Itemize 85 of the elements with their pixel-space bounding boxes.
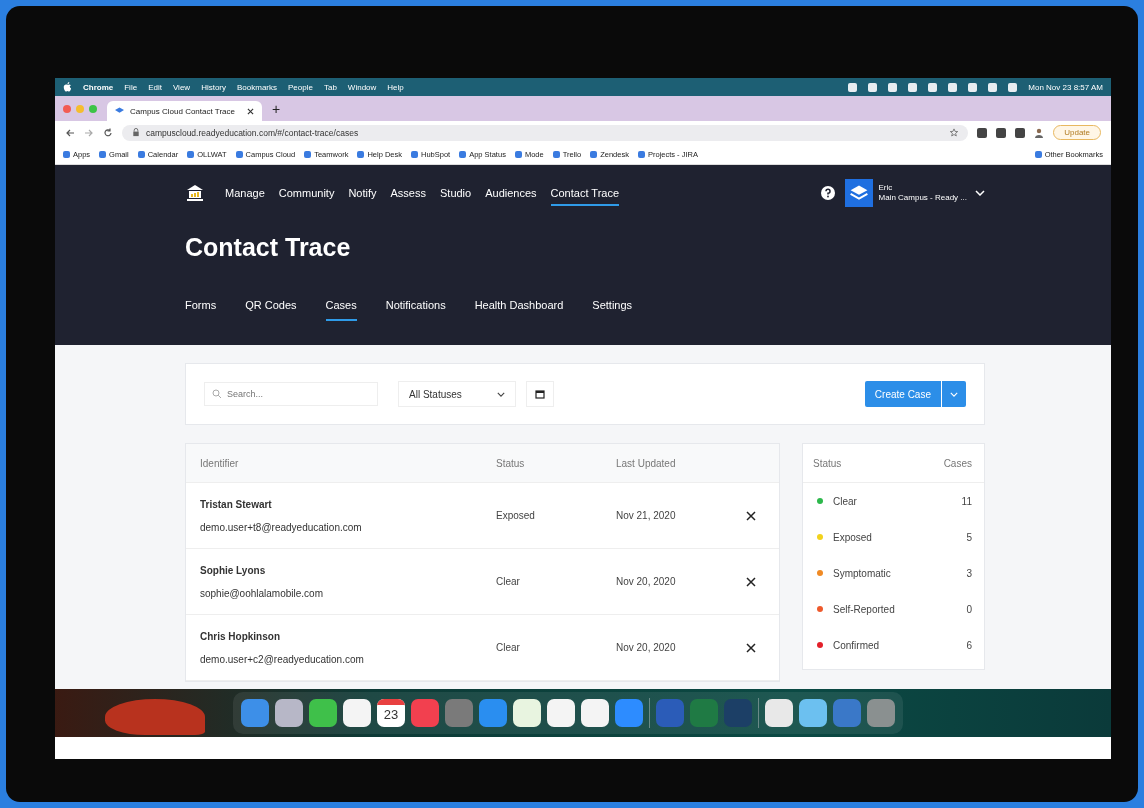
close-icon[interactable]	[746, 576, 756, 587]
nav-link[interactable]: Contact Trace	[550, 180, 620, 206]
apple-icon[interactable]	[63, 81, 72, 93]
status-label: Clear	[833, 495, 857, 507]
menu-item[interactable]: View	[172, 82, 191, 92]
back-arrow-icon[interactable]	[65, 127, 75, 138]
browser-tab[interactable]: Campus Cloud Contact Trace	[107, 101, 262, 121]
sub-tab[interactable]: QR Codes	[245, 299, 297, 321]
new-tab-button[interactable]: +	[272, 101, 281, 116]
status-label: Symptomatic	[833, 567, 891, 579]
nav-link[interactable]: Notify	[348, 180, 377, 206]
profile-icon[interactable]	[1034, 127, 1045, 138]
case-name[interactable]: Tristan Stewart	[200, 498, 496, 510]
close-icon[interactable]	[746, 642, 756, 653]
status-label: Confirmed	[833, 639, 880, 651]
case-name[interactable]: Sophie Lyons	[200, 564, 496, 576]
extension-icon[interactable]	[996, 127, 1007, 138]
case-email: sophie@oohlalamobile.com	[200, 587, 324, 599]
user-organization: Main Campus - Ready ...	[878, 193, 967, 203]
address-field[interactable]: campuscloud.readyeducation.com/#/contact-trace/cases	[122, 124, 969, 141]
case-count: 6	[966, 639, 972, 651]
case-count: 11	[961, 495, 972, 507]
sub-tab[interactable]: Cases	[325, 299, 357, 321]
sub-tab[interactable]: Health Dashboard	[474, 299, 564, 321]
column-header: Cases	[943, 457, 972, 469]
cap-icon	[115, 107, 124, 115]
sub-tab[interactable]: Forms	[185, 299, 217, 321]
close-icon[interactable]	[247, 107, 254, 115]
nav-link[interactable]: Assess	[390, 180, 426, 206]
case-name[interactable]: Chris Hopkinson	[200, 630, 496, 642]
column-header: Last Updated	[616, 457, 677, 469]
menu-item[interactable]: People	[288, 82, 313, 92]
menu-item[interactable]: Edit	[148, 82, 162, 92]
layers-icon[interactable]	[844, 179, 873, 207]
help-icon[interactable]	[820, 186, 835, 200]
calendar-icon[interactable]: 23	[377, 699, 405, 727]
extension-icon[interactable]	[977, 127, 988, 138]
status-label: Self-Reported	[833, 603, 895, 615]
chevron-down-icon	[950, 391, 958, 397]
column-header: Identifier	[199, 457, 240, 469]
menu-item[interactable]: Bookmarks	[237, 82, 278, 92]
search-field[interactable]: Search...	[204, 382, 378, 406]
star-icon[interactable]	[950, 128, 959, 137]
chevron-down-icon	[497, 391, 505, 397]
status-label: Exposed	[833, 531, 872, 543]
menu-item[interactable]: Window	[347, 82, 377, 92]
column-header: Status	[813, 457, 842, 469]
search-icon	[212, 389, 222, 399]
case-count: 0	[966, 603, 972, 615]
sub-tab[interactable]: Notifications	[385, 299, 446, 321]
lock-icon	[132, 128, 140, 137]
menu-item[interactable]: Tab	[323, 82, 337, 92]
page-title: Contact Trace	[185, 233, 352, 263]
building-icon[interactable]	[185, 183, 205, 203]
case-email: demo.user+t8@readyeducation.com	[200, 521, 363, 533]
close-icon[interactable]	[746, 510, 756, 521]
date-cell-text: Nov 21, 2020	[616, 510, 677, 521]
nav-link[interactable]: Audiences	[485, 180, 537, 206]
status-dropdown[interactable]: All Statuses	[398, 381, 516, 407]
menu-item[interactable]: Chrome	[83, 82, 114, 92]
date-cell-text: Nov 20, 2020	[616, 576, 677, 587]
case-email: demo.user+c2@readyeducation.com	[200, 653, 365, 665]
user-name: Eric	[878, 183, 894, 193]
menu-clock: Mon Nov 23 8:57 AM	[1028, 82, 1103, 92]
reload-icon[interactable]	[103, 127, 113, 138]
calendar-icon	[535, 389, 545, 399]
nav-link[interactable]: Studio	[440, 180, 472, 206]
tab-title: Campus Cloud Contact Trace	[130, 106, 236, 116]
menu-item[interactable]: History	[201, 82, 226, 92]
case-count: 3	[966, 567, 972, 579]
nav-link[interactable]: Community	[278, 180, 335, 206]
status-cell-text: Exposed	[496, 510, 536, 521]
menu-item[interactable]: File	[124, 82, 138, 92]
menu-item[interactable]: Help	[387, 82, 404, 92]
column-header: Status	[496, 457, 526, 469]
extension-icon[interactable]	[1015, 127, 1026, 138]
update-button[interactable]: Update	[1053, 125, 1101, 140]
sub-tab[interactable]: Settings	[592, 299, 633, 321]
status-cell-text: Clear	[496, 642, 521, 653]
status-cell-text: Clear	[496, 576, 521, 587]
chevron-down-icon[interactable]	[975, 190, 985, 196]
date-picker-button[interactable]	[526, 381, 554, 407]
nav-link[interactable]: Manage	[225, 180, 265, 206]
case-count: 5	[966, 531, 972, 543]
date-cell-text: Nov 20, 2020	[616, 642, 677, 653]
